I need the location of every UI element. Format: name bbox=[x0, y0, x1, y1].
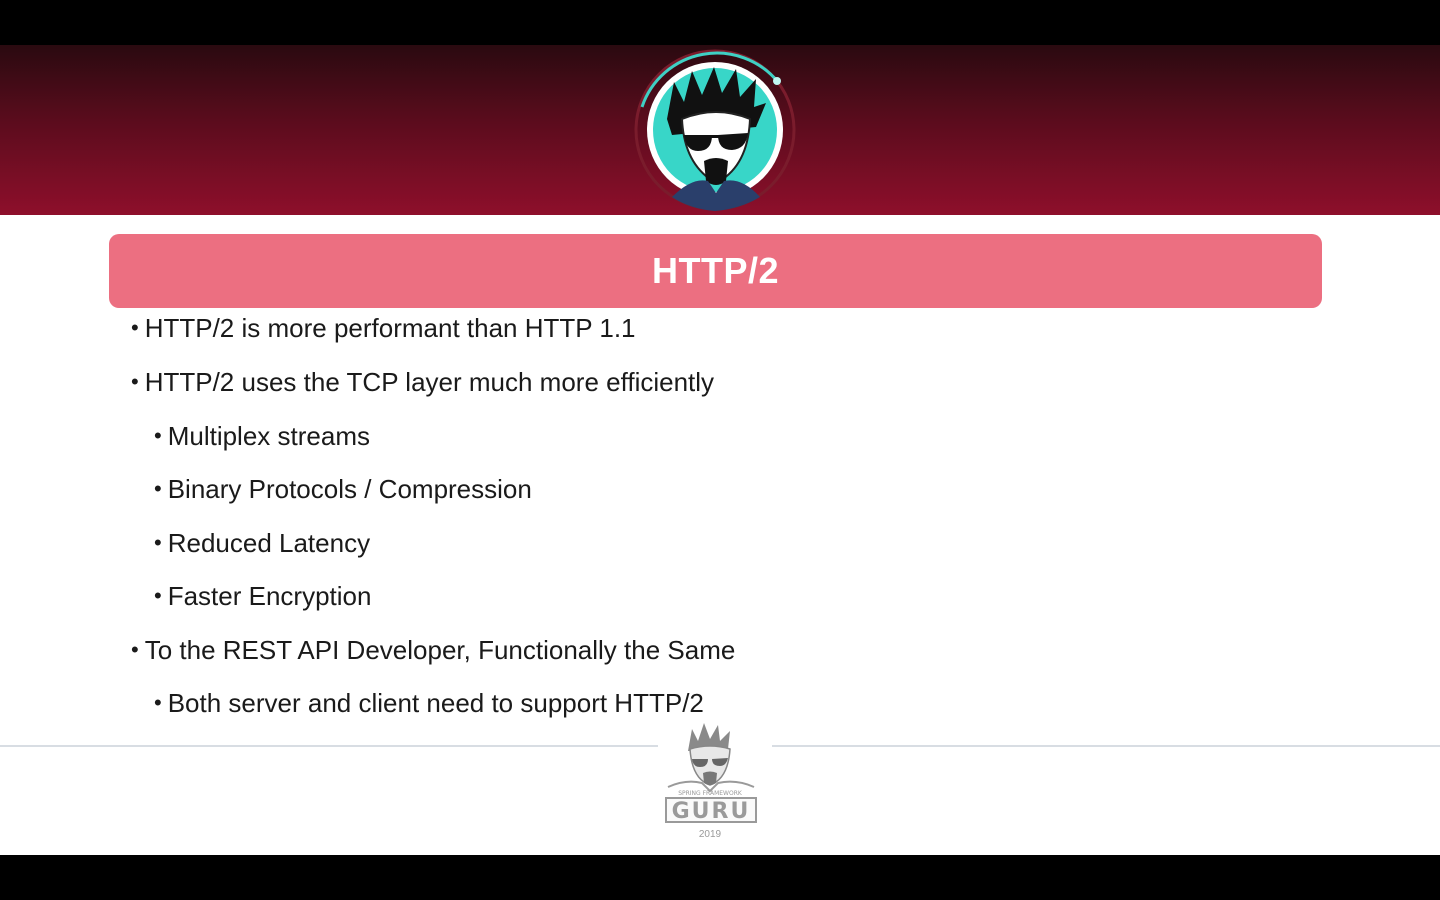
footer-divider bbox=[0, 745, 658, 747]
slide-title: HTTP/2 bbox=[651, 250, 779, 291]
slide-title-bar: HTTP/2 bbox=[109, 234, 1322, 308]
sub-bullet-item: • Reduced Latency bbox=[154, 528, 371, 558]
presentation-slide: HTTP/2 • HTTP/2 is more performant than H… bbox=[0, 45, 1440, 855]
bullet-dot-icon: • bbox=[154, 530, 162, 555]
bullet-dot-icon: • bbox=[154, 423, 162, 448]
spring-framework-guru-logo: SPRING FRAMEWORK GURU 2019 bbox=[660, 721, 770, 845]
guru-mascot-icon bbox=[632, 47, 798, 213]
bullet-item: • HTTP/2 is more performant than HTTP 1.1 bbox=[131, 313, 636, 343]
sub-bullet-item: • Both server and client need to support … bbox=[154, 688, 704, 718]
logo-tagline: SPRING FRAMEWORK bbox=[678, 790, 743, 797]
bullet-dot-icon: • bbox=[154, 476, 162, 501]
bullet-dot-icon: • bbox=[131, 369, 139, 394]
bullet-dot-icon: • bbox=[154, 690, 162, 715]
bullet-dot-icon: • bbox=[154, 583, 162, 608]
bullet-dot-icon: • bbox=[131, 637, 139, 662]
header-banner bbox=[0, 45, 1440, 215]
bullet-item: • To the REST API Developer, Functionally… bbox=[131, 635, 736, 665]
video-frame: HTTP/2 • HTTP/2 is more performant than H… bbox=[0, 0, 1440, 900]
sub-bullet-item: • Binary Protocols / Compression bbox=[154, 474, 532, 504]
sub-bullet-item: • Faster Encryption bbox=[154, 581, 372, 611]
footer-divider bbox=[772, 745, 1440, 747]
bullet-item: • HTTP/2 uses the TCP layer much more eff… bbox=[131, 367, 715, 397]
bullet-dot-icon: • bbox=[131, 315, 139, 340]
logo-year: 2019 bbox=[698, 829, 722, 840]
sub-bullet-item: • Multiplex streams bbox=[154, 421, 370, 451]
logo-wordmark: GURU bbox=[672, 799, 751, 824]
